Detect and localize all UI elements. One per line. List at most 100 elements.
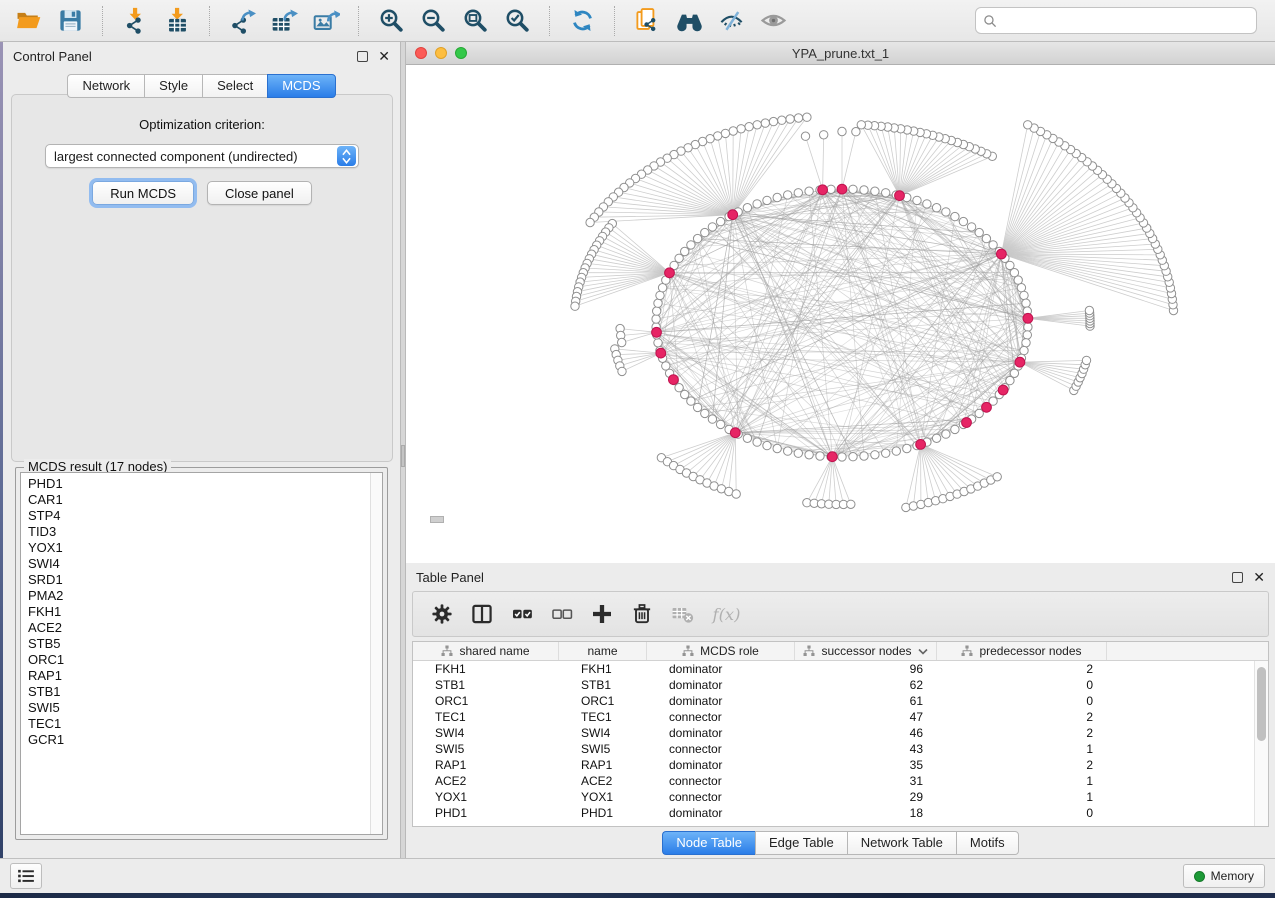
mcds-result-item[interactable]: GCR1 [28, 732, 370, 748]
network-node[interactable] [571, 302, 579, 310]
network-node[interactable] [773, 193, 781, 201]
mcds-result-item[interactable]: STP4 [28, 508, 370, 524]
network-node[interactable] [701, 228, 709, 236]
network-node[interactable] [820, 131, 828, 139]
open-folder-icon[interactable] [10, 4, 46, 38]
network-node[interactable] [763, 441, 771, 449]
network-node[interactable] [803, 113, 811, 121]
network-node[interactable] [681, 247, 689, 255]
network-node[interactable] [805, 451, 813, 459]
export-table-icon[interactable] [266, 4, 302, 38]
network-node[interactable] [716, 217, 724, 225]
network-node[interactable] [951, 425, 959, 433]
network-node[interactable] [903, 444, 911, 452]
deselect-all-icon[interactable] [549, 601, 575, 627]
network-node[interactable] [732, 490, 740, 498]
network-node[interactable] [773, 444, 781, 452]
network-node[interactable] [923, 200, 931, 208]
mcds-result-item[interactable]: SWI4 [28, 556, 370, 572]
table-row[interactable]: ORC1ORC1dominator610 [413, 693, 1254, 709]
select-all-icon[interactable] [509, 601, 535, 627]
network-hub-node[interactable] [998, 385, 1008, 395]
column-header-name[interactable]: name [559, 642, 647, 660]
column-header-successor-nodes[interactable]: successor nodes [795, 642, 937, 660]
network-hub-node[interactable] [997, 249, 1007, 259]
network-node[interactable] [745, 123, 753, 131]
network-node[interactable] [871, 451, 879, 459]
mcds-result-item[interactable]: ACE2 [28, 620, 370, 636]
network-hub-node[interactable] [652, 327, 662, 337]
tab-motifs[interactable]: Motifs [956, 831, 1019, 855]
tab-network[interactable]: Network [67, 74, 144, 98]
network-node[interactable] [932, 204, 940, 212]
network-hub-node[interactable] [895, 191, 905, 201]
network-node[interactable] [951, 212, 959, 220]
network-node[interactable] [652, 315, 660, 323]
network-node[interactable] [729, 127, 737, 135]
network-node[interactable] [753, 121, 761, 129]
mcds-result-item[interactable]: SWI5 [28, 700, 370, 716]
network-hub-node[interactable] [916, 440, 926, 450]
network-node[interactable] [1024, 323, 1032, 331]
add-column-icon[interactable] [589, 601, 615, 627]
mcds-result-item[interactable]: ORC1 [28, 652, 370, 668]
mcds-result-item[interactable]: FKH1 [28, 604, 370, 620]
network-node[interactable] [838, 127, 846, 135]
table-scrollbar-thumb[interactable] [1257, 667, 1266, 741]
network-node[interactable] [942, 430, 950, 438]
split-columns-icon[interactable] [469, 601, 495, 627]
tab-mcds[interactable]: MCDS [267, 74, 335, 98]
memory-button[interactable]: Memory [1183, 864, 1265, 888]
tab-node-table[interactable]: Node Table [662, 831, 755, 855]
tab-edge-table[interactable]: Edge Table [755, 831, 847, 855]
network-hub-node[interactable] [728, 210, 738, 220]
column-header-shared-name[interactable]: shared name [413, 642, 559, 660]
table-row[interactable]: RAP1RAP1dominator352 [413, 757, 1254, 773]
network-node[interactable] [653, 307, 661, 315]
network-hub-node[interactable] [1023, 313, 1033, 323]
float-table-panel-icon[interactable] [1232, 572, 1243, 583]
network-node[interactable] [743, 434, 751, 442]
export-image-icon[interactable] [308, 4, 344, 38]
mcds-result-item[interactable]: TEC1 [28, 716, 370, 732]
zoom-selected-icon[interactable] [499, 4, 535, 38]
network-node[interactable] [849, 185, 857, 193]
column-header-MCDS-role[interactable]: MCDS role [647, 642, 795, 660]
result-scrollbar[interactable] [370, 473, 382, 834]
network-node[interactable] [687, 241, 695, 249]
mcds-result-item[interactable]: STB1 [28, 684, 370, 700]
network-node[interactable] [932, 434, 940, 442]
network-node[interactable] [882, 449, 890, 457]
network-hub-node[interactable] [837, 184, 847, 194]
network-node[interactable] [913, 196, 921, 204]
network-node[interactable] [816, 452, 824, 460]
network-hub-node[interactable] [818, 185, 828, 195]
network-node[interactable] [1022, 339, 1030, 347]
network-node[interactable] [618, 367, 626, 375]
table-row[interactable]: SWI5SWI5connector431 [413, 741, 1254, 757]
save-icon[interactable] [52, 4, 88, 38]
network-node[interactable] [1024, 121, 1032, 129]
network-node[interactable] [1020, 346, 1028, 354]
network-node[interactable] [801, 132, 809, 140]
table-row[interactable]: SWI4SWI4dominator462 [413, 725, 1254, 741]
network-node[interactable] [763, 196, 771, 204]
hide-selected-icon[interactable] [713, 4, 749, 38]
network-node[interactable] [959, 217, 967, 225]
network-node[interactable] [708, 415, 716, 423]
network-node[interactable] [1022, 299, 1030, 307]
show-all-icon[interactable] [755, 4, 791, 38]
network-hub-node[interactable] [730, 428, 740, 438]
network-hub-node[interactable] [962, 418, 972, 428]
network-node[interactable] [753, 200, 761, 208]
table-row[interactable]: PHD1PHD1dominator180 [413, 805, 1254, 821]
gear-icon[interactable] [429, 601, 455, 627]
mcds-result-item[interactable]: PMA2 [28, 588, 370, 604]
network-node[interactable] [849, 453, 857, 461]
tab-network-table[interactable]: Network Table [847, 831, 956, 855]
network-node[interactable] [708, 223, 716, 231]
network-node[interactable] [687, 397, 695, 405]
table-scrollbar[interactable] [1254, 661, 1268, 826]
network-node[interactable] [716, 420, 724, 428]
network-node[interactable] [693, 403, 701, 411]
